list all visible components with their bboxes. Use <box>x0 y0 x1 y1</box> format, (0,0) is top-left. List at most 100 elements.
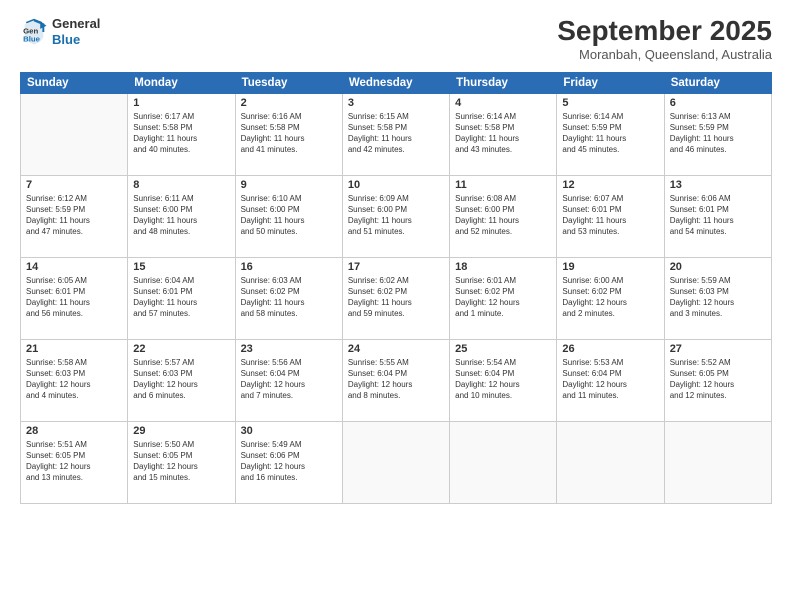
day-number: 27 <box>670 343 766 355</box>
day-number: 18 <box>455 261 551 273</box>
day-info: Sunrise: 6:09 AM Sunset: 6:00 PM Dayligh… <box>348 193 444 238</box>
calendar-cell: 30Sunrise: 5:49 AM Sunset: 6:06 PM Dayli… <box>235 421 342 503</box>
day-info: Sunrise: 5:57 AM Sunset: 6:03 PM Dayligh… <box>133 357 229 402</box>
day-info: Sunrise: 6:13 AM Sunset: 5:59 PM Dayligh… <box>670 111 766 156</box>
calendar-cell: 5 Sunrise: 6:14 AM Sunset: 5:59 PM Daylig… <box>557 93 664 175</box>
day-number: 13 <box>670 179 766 191</box>
day-info: Sunrise: 6:08 AM Sunset: 6:00 PM Dayligh… <box>455 193 551 238</box>
calendar-cell: 29 Sunrise: 5:50 AM Sunset: 6:05 PM Dayli… <box>128 421 235 503</box>
day-info: Sunrise: 6:05 AM Sunset: 6:01 PM Dayligh… <box>26 275 122 320</box>
calendar-week-row: 28 Sunrise: 5:51 AM Sunset: 6:05 PM Dayli… <box>21 421 772 503</box>
calendar-cell: 20 Sunrise: 5:59 AM Sunset: 6:03 PM Dayli… <box>664 257 771 339</box>
day-number: 8 <box>133 179 229 191</box>
day-number: 24 <box>348 343 444 355</box>
day-info: Sunrise: 5:56 AM Sunset: 6:04 PM Dayligh… <box>241 357 337 402</box>
calendar-cell <box>664 421 771 503</box>
calendar-week-row: 7Sunrise: 6:12 AM Sunset: 5:59 PM Daylig… <box>21 175 772 257</box>
calendar-cell: 25 Sunrise: 5:54 AM Sunset: 6:04 PM Dayli… <box>450 339 557 421</box>
calendar-cell: 15 Sunrise: 6:04 AM Sunset: 6:01 PM Dayli… <box>128 257 235 339</box>
day-info: Sunrise: 6:11 AM Sunset: 6:00 PM Dayligh… <box>133 193 229 238</box>
weekday-header: Tuesday <box>235 72 342 93</box>
day-number: 19 <box>562 261 658 273</box>
day-number: 16 <box>241 261 337 273</box>
day-info: Sunrise: 5:51 AM Sunset: 6:05 PM Dayligh… <box>26 439 122 484</box>
calendar-cell: 16 Sunrise: 6:03 AM Sunset: 6:02 PM Dayli… <box>235 257 342 339</box>
day-info: Sunrise: 6:17 AM Sunset: 5:58 PM Dayligh… <box>133 111 229 156</box>
weekday-header: Friday <box>557 72 664 93</box>
day-number: 3 <box>348 97 444 109</box>
weekday-header-row: SundayMondayTuesdayWednesdayThursdayFrid… <box>21 72 772 93</box>
calendar-cell: 27Sunrise: 5:52 AM Sunset: 6:05 PM Dayli… <box>664 339 771 421</box>
weekday-header: Saturday <box>664 72 771 93</box>
calendar-cell: 14 Sunrise: 6:05 AM Sunset: 6:01 PM Dayli… <box>21 257 128 339</box>
day-number: 26 <box>562 343 658 355</box>
month-title: September 2025 <box>557 16 772 47</box>
day-number: 5 <box>562 97 658 109</box>
weekday-header: Sunday <box>21 72 128 93</box>
day-info: Sunrise: 6:14 AM Sunset: 5:59 PM Dayligh… <box>562 111 658 156</box>
day-number: 7 <box>26 179 122 191</box>
day-info: Sunrise: 6:15 AM Sunset: 5:58 PM Dayligh… <box>348 111 444 156</box>
logo-icon: Gen Blue <box>20 18 48 46</box>
day-info: Sunrise: 6:02 AM Sunset: 6:02 PM Dayligh… <box>348 275 444 320</box>
day-number: 25 <box>455 343 551 355</box>
calendar-cell: 6 Sunrise: 6:13 AM Sunset: 5:59 PM Daylig… <box>664 93 771 175</box>
day-info: Sunrise: 5:53 AM Sunset: 6:04 PM Dayligh… <box>562 357 658 402</box>
day-number: 29 <box>133 425 229 437</box>
logo-text-general: General <box>52 16 100 32</box>
calendar-week-row: 1Sunrise: 6:17 AM Sunset: 5:58 PM Daylig… <box>21 93 772 175</box>
day-info: Sunrise: 6:00 AM Sunset: 6:02 PM Dayligh… <box>562 275 658 320</box>
day-info: Sunrise: 5:54 AM Sunset: 6:04 PM Dayligh… <box>455 357 551 402</box>
title-block: September 2025 Moranbah, Queensland, Aus… <box>557 16 772 62</box>
day-info: Sunrise: 6:06 AM Sunset: 6:01 PM Dayligh… <box>670 193 766 238</box>
day-number: 22 <box>133 343 229 355</box>
day-number: 15 <box>133 261 229 273</box>
calendar-cell <box>342 421 449 503</box>
calendar-cell: 23 Sunrise: 5:56 AM Sunset: 6:04 PM Dayli… <box>235 339 342 421</box>
calendar-cell: 19 Sunrise: 6:00 AM Sunset: 6:02 PM Dayli… <box>557 257 664 339</box>
day-number: 4 <box>455 97 551 109</box>
logo: Gen Blue General Blue <box>20 16 100 47</box>
day-number: 11 <box>455 179 551 191</box>
calendar-cell <box>450 421 557 503</box>
day-number: 23 <box>241 343 337 355</box>
calendar-cell: 24 Sunrise: 5:55 AM Sunset: 6:04 PM Dayli… <box>342 339 449 421</box>
day-number: 6 <box>670 97 766 109</box>
svg-text:Blue: Blue <box>23 34 41 43</box>
day-info: Sunrise: 5:55 AM Sunset: 6:04 PM Dayligh… <box>348 357 444 402</box>
calendar-cell: 13 Sunrise: 6:06 AM Sunset: 6:01 PM Dayli… <box>664 175 771 257</box>
day-info: Sunrise: 5:50 AM Sunset: 6:05 PM Dayligh… <box>133 439 229 484</box>
weekday-header: Wednesday <box>342 72 449 93</box>
calendar-table: SundayMondayTuesdayWednesdayThursdayFrid… <box>20 72 772 504</box>
day-number: 2 <box>241 97 337 109</box>
location-subtitle: Moranbah, Queensland, Australia <box>557 47 772 62</box>
calendar-cell: 12Sunrise: 6:07 AM Sunset: 6:01 PM Dayli… <box>557 175 664 257</box>
day-info: Sunrise: 5:59 AM Sunset: 6:03 PM Dayligh… <box>670 275 766 320</box>
weekday-header: Monday <box>128 72 235 93</box>
calendar-week-row: 21Sunrise: 5:58 AM Sunset: 6:03 PM Dayli… <box>21 339 772 421</box>
day-number: 9 <box>241 179 337 191</box>
day-number: 17 <box>348 261 444 273</box>
day-number: 30 <box>241 425 337 437</box>
calendar-cell: 4Sunrise: 6:14 AM Sunset: 5:58 PM Daylig… <box>450 93 557 175</box>
calendar-cell: 21Sunrise: 5:58 AM Sunset: 6:03 PM Dayli… <box>21 339 128 421</box>
calendar-cell: 18 Sunrise: 6:01 AM Sunset: 6:02 PM Dayli… <box>450 257 557 339</box>
page-header: Gen Blue General Blue September 2025 Mor… <box>20 16 772 62</box>
calendar-cell: 11 Sunrise: 6:08 AM Sunset: 6:00 PM Dayli… <box>450 175 557 257</box>
day-number: 20 <box>670 261 766 273</box>
calendar-cell: 1Sunrise: 6:17 AM Sunset: 5:58 PM Daylig… <box>128 93 235 175</box>
calendar-cell: 3 Sunrise: 6:15 AM Sunset: 5:58 PM Daylig… <box>342 93 449 175</box>
day-info: Sunrise: 6:04 AM Sunset: 6:01 PM Dayligh… <box>133 275 229 320</box>
day-info: Sunrise: 6:10 AM Sunset: 6:00 PM Dayligh… <box>241 193 337 238</box>
weekday-header: Thursday <box>450 72 557 93</box>
calendar-cell: 8 Sunrise: 6:11 AM Sunset: 6:00 PM Daylig… <box>128 175 235 257</box>
calendar-cell: 17 Sunrise: 6:02 AM Sunset: 6:02 PM Dayli… <box>342 257 449 339</box>
day-number: 28 <box>26 425 122 437</box>
calendar-cell: 7Sunrise: 6:12 AM Sunset: 5:59 PM Daylig… <box>21 175 128 257</box>
day-info: Sunrise: 6:03 AM Sunset: 6:02 PM Dayligh… <box>241 275 337 320</box>
calendar-cell: 9 Sunrise: 6:10 AM Sunset: 6:00 PM Daylig… <box>235 175 342 257</box>
day-number: 14 <box>26 261 122 273</box>
logo-text-blue: Blue <box>52 32 100 48</box>
day-info: Sunrise: 6:01 AM Sunset: 6:02 PM Dayligh… <box>455 275 551 320</box>
day-number: 12 <box>562 179 658 191</box>
